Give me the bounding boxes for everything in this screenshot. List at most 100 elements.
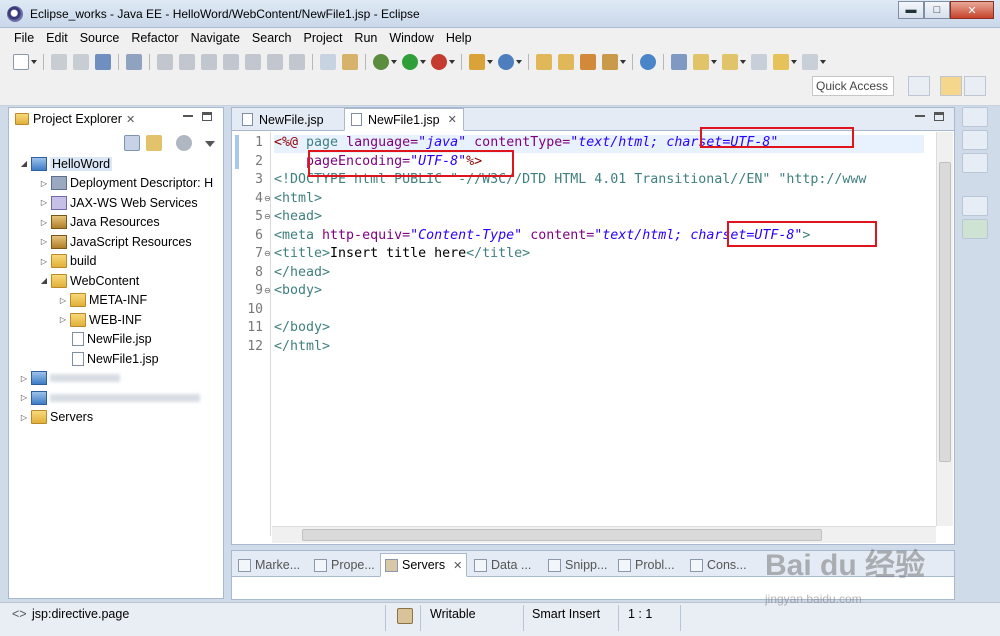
tree-item-java-resources[interactable]: ▷ Java Resources	[9, 213, 223, 233]
tree-item-javascript-resources[interactable]: ▷ JavaScript Resources	[9, 232, 223, 252]
palette-icon[interactable]	[962, 219, 988, 239]
save-all-icon[interactable]	[73, 54, 89, 70]
new-server-icon[interactable]	[469, 54, 485, 70]
expand-arrow-icon[interactable]: ◢	[39, 276, 49, 285]
new-dropdown-icon[interactable]	[31, 60, 37, 64]
expand-arrow-icon[interactable]: ▷	[58, 315, 68, 324]
tree-item-project-blurred-1[interactable]: ▷	[9, 369, 223, 389]
tree-item-project-blurred-2[interactable]: ▷	[9, 388, 223, 408]
project-explorer-tab[interactable]: Project Explorer ✕	[9, 108, 223, 130]
toggle-annotation-icon[interactable]	[671, 54, 687, 70]
minimize-button[interactable]: ▬	[898, 1, 924, 19]
step-return-icon[interactable]	[289, 54, 305, 70]
drop-to-frame-icon[interactable]	[320, 54, 336, 70]
tab-servers[interactable]: Servers ✕	[380, 553, 468, 577]
view-menu-focus-icon[interactable]	[176, 135, 192, 151]
back-dropdown-icon[interactable]	[791, 60, 797, 64]
expand-arrow-icon[interactable]: ▷	[39, 179, 49, 188]
close-tab-icon[interactable]: ✕	[453, 559, 462, 572]
previous-annotation-dropdown-icon[interactable]	[740, 60, 746, 64]
expand-arrow-icon[interactable]: ▷	[39, 257, 49, 266]
open-perspective-icon[interactable]	[908, 76, 930, 96]
expand-arrow-icon[interactable]: ▷	[39, 237, 49, 246]
tree-item-webcontent[interactable]: ◢ WebContent	[9, 271, 223, 291]
forward-icon[interactable]	[802, 54, 818, 70]
next-annotation-icon[interactable]	[693, 54, 709, 70]
globe-icon[interactable]	[640, 54, 656, 70]
code-line-12[interactable]: </html>	[274, 339, 330, 357]
tree-item-servers[interactable]: ▷ Servers	[9, 408, 223, 428]
menu-navigate[interactable]: Navigate	[185, 31, 246, 45]
tab-newfile1-jsp[interactable]: NewFile1.jsp ✕	[344, 108, 464, 131]
tree-item-web-inf[interactable]: ▷ WEB-INF	[9, 310, 223, 330]
tab-markers[interactable]: Marke...	[234, 553, 304, 577]
link-with-editor-icon[interactable]	[146, 135, 162, 151]
tab-newfile-jsp[interactable]: NewFile.jsp	[236, 108, 330, 131]
tree-item-newfile1-jsp[interactable]: NewFile1.jsp	[9, 349, 223, 369]
new-web-service-dropdown-icon[interactable]	[516, 60, 522, 64]
tab-console[interactable]: Cons...	[686, 553, 751, 577]
pen-icon[interactable]	[602, 54, 618, 70]
step-into-icon[interactable]	[245, 54, 261, 70]
terminate-icon[interactable]	[201, 54, 217, 70]
code-area[interactable]: <%@ page language="java" contentType="te…	[274, 132, 924, 526]
expand-arrow-icon[interactable]: ▷	[19, 413, 29, 422]
minimize-editor-icon[interactable]	[915, 114, 925, 117]
suspend-icon[interactable]	[179, 54, 195, 70]
next-annotation-dropdown-icon[interactable]	[711, 60, 717, 64]
forward-dropdown-icon[interactable]	[820, 60, 826, 64]
menu-refactor[interactable]: Refactor	[125, 31, 184, 45]
tree-item-build[interactable]: ▷ build	[9, 252, 223, 272]
back-icon[interactable]	[773, 54, 789, 70]
tree-item-newfile-jsp[interactable]: NewFile.jsp	[9, 330, 223, 350]
java-perspective-icon[interactable]	[964, 76, 986, 96]
menu-search[interactable]: Search	[246, 31, 298, 45]
code-line-7[interactable]: <title>Insert title here</title>	[274, 246, 530, 264]
last-edit-location-icon[interactable]	[751, 54, 767, 70]
tree-item-helloword[interactable]: ◢ HelloWord	[9, 154, 223, 174]
minimize-view-icon[interactable]	[183, 114, 193, 117]
open-resource-icon[interactable]	[558, 54, 574, 70]
expand-arrow-icon[interactable]: ▷	[39, 218, 49, 227]
tab-problems[interactable]: Probl...	[614, 553, 679, 577]
new-server-dropdown-icon[interactable]	[487, 60, 493, 64]
menu-window[interactable]: Window	[383, 31, 439, 45]
maximize-button[interactable]: □	[924, 1, 950, 19]
tab-snippets[interactable]: Snipp...	[544, 553, 611, 577]
open-type-icon[interactable]	[536, 54, 552, 70]
fold-icon[interactable]: ⊖	[264, 194, 271, 203]
java-ee-perspective-icon[interactable]	[940, 76, 962, 96]
task-list-icon[interactable]	[962, 153, 988, 173]
tree-item-deployment-descriptor[interactable]: ▷ Deployment Descriptor: H	[9, 174, 223, 194]
menu-project[interactable]: Project	[298, 31, 349, 45]
use-step-filters-icon[interactable]	[342, 54, 358, 70]
fold-icon[interactable]: ⊖	[264, 286, 271, 295]
run-dropdown-icon[interactable]	[420, 60, 426, 64]
search-icon[interactable]	[580, 54, 596, 70]
fold-icon[interactable]: ⊖	[264, 212, 271, 221]
expand-arrow-icon[interactable]: ▷	[58, 296, 68, 305]
outline-icon[interactable]	[962, 130, 988, 150]
close-button[interactable]: ✕	[950, 1, 994, 19]
debug-icon[interactable]	[373, 54, 389, 70]
fold-icon[interactable]: ⊖	[264, 249, 271, 258]
menu-source[interactable]: Source	[74, 31, 126, 45]
maximize-editor-icon[interactable]	[934, 112, 944, 121]
quick-access-input[interactable]: Quick Access	[812, 76, 894, 96]
code-line-11[interactable]: </body>	[274, 320, 330, 338]
close-tab-icon[interactable]: ✕	[448, 113, 457, 126]
tab-properties[interactable]: Prope...	[310, 553, 379, 577]
expand-arrow-icon[interactable]: ▷	[39, 198, 49, 207]
view-menu-icon[interactable]	[205, 141, 215, 147]
menu-run[interactable]: Run	[348, 31, 383, 45]
menu-edit[interactable]: Edit	[40, 31, 74, 45]
pen-dropdown-icon[interactable]	[620, 60, 626, 64]
code-line-9[interactable]: <body>	[274, 283, 322, 301]
step-over-icon[interactable]	[267, 54, 283, 70]
disconnect-icon[interactable]	[223, 54, 239, 70]
collapse-all-icon[interactable]	[124, 135, 140, 151]
print-icon[interactable]	[95, 54, 111, 70]
vertical-scrollbar[interactable]	[936, 132, 953, 526]
tab-data-source[interactable]: Data ...	[470, 553, 535, 577]
vertical-scroll-thumb[interactable]	[939, 162, 951, 462]
